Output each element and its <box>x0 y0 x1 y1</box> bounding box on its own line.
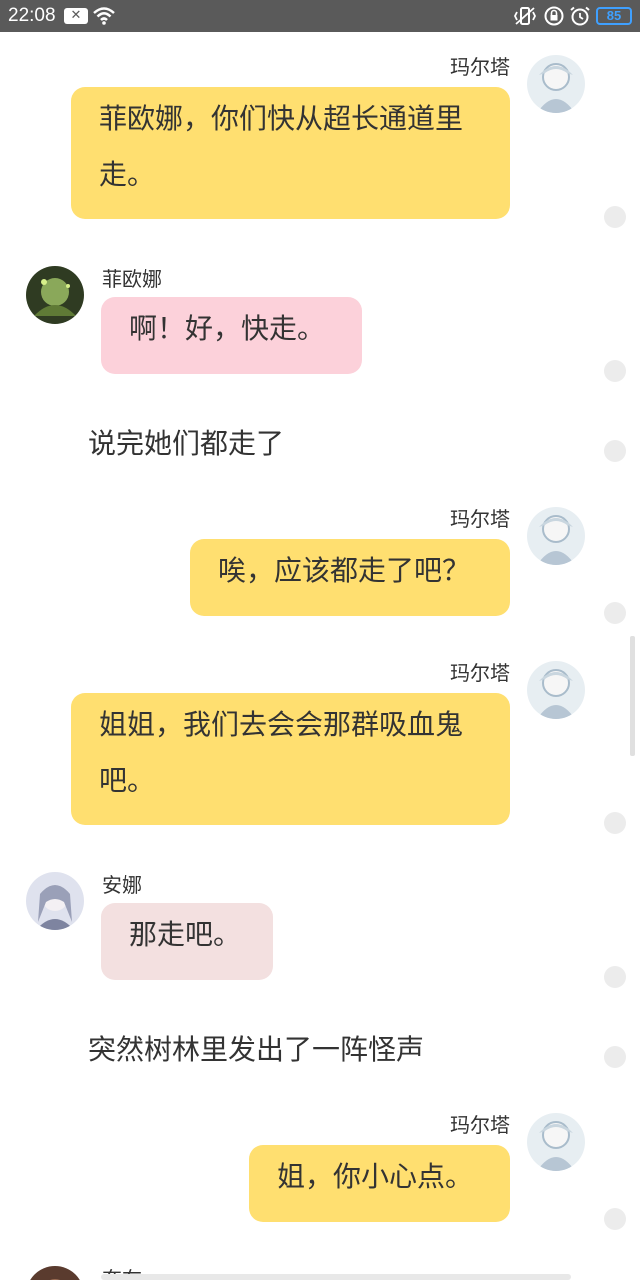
narration-row: 说完她们都走了 <box>0 420 640 470</box>
message-row: 玛尔塔 唉，应该都走了吧？ <box>0 500 640 630</box>
bubble-text-line: 吧。 <box>99 764 156 797</box>
status-bar: 22:08 ✕ 85 <box>0 0 640 32</box>
vibrate-icon <box>513 7 537 25</box>
message-status-dot[interactable] <box>604 206 626 228</box>
alarm-icon <box>570 6 590 26</box>
status-time: 22:08 <box>8 5 56 26</box>
close-box-icon: ✕ <box>64 8 88 24</box>
message-bubble[interactable]: 唉，应该都走了吧？ <box>190 539 510 616</box>
message-row: 安娜 那走吧。 <box>0 864 640 994</box>
message-bubble[interactable]: 姐姐，我们去会会那群吸血鬼 吧。 <box>71 693 510 825</box>
sender-name: 菲欧娜 <box>102 267 162 291</box>
message-status-dot[interactable] <box>604 812 626 834</box>
avatar-naib[interactable] <box>26 1266 84 1280</box>
avatar-marta[interactable] <box>527 1113 585 1171</box>
bubble-text-line: 菲欧娜，你们快从超长通道里 <box>99 102 464 135</box>
rotation-lock-icon <box>544 6 564 26</box>
bubble-text: 唉，应该都走了吧？ <box>218 554 471 587</box>
message-status-dot[interactable] <box>604 1046 626 1068</box>
sender-name: 玛尔塔 <box>450 55 510 79</box>
avatar-anna[interactable] <box>26 872 84 930</box>
avatar-marta[interactable] <box>527 55 585 113</box>
bubble-text-line: 走。 <box>99 158 156 191</box>
message-row: 奈布 <box>0 1258 640 1280</box>
narration-row: 突然树林里发出了一阵怪声 <box>0 1026 640 1076</box>
narration-text: 突然树林里发出了一阵怪声 <box>88 1033 425 1066</box>
bubble-text: 啊！好，快走。 <box>129 312 326 345</box>
message-bubble[interactable]: 啊！好，快走。 <box>101 297 362 374</box>
message-row: 玛尔塔 姐，你小心点。 <box>0 1106 640 1236</box>
bubble-text: 姐，你小心点。 <box>277 1160 474 1193</box>
bubble-text-line: 姐姐，我们去会会那群吸血鬼 <box>99 708 464 741</box>
bubble-text: 那走吧。 <box>129 918 242 951</box>
message-row: 玛尔塔 姐姐，我们去会会那群吸血鬼 吧。 <box>0 654 640 834</box>
avatar-fiona[interactable] <box>26 266 84 324</box>
sender-name: 玛尔塔 <box>450 507 510 531</box>
battery-icon: 85 <box>596 7 632 25</box>
sender-name: 玛尔塔 <box>450 661 510 685</box>
sender-name: 玛尔塔 <box>450 1113 510 1137</box>
message-row: 玛尔塔 菲欧娜，你们快从超长通道里 走。 <box>0 48 640 228</box>
message-bubble[interactable]: 菲欧娜，你们快从超长通道里 走。 <box>71 87 510 219</box>
message-status-dot[interactable] <box>604 440 626 462</box>
message-bubble[interactable]: 姐，你小心点。 <box>249 1145 510 1222</box>
message-bubble[interactable] <box>101 1274 571 1280</box>
message-status-dot[interactable] <box>604 360 626 382</box>
avatar-marta[interactable] <box>527 507 585 565</box>
sender-name: 安娜 <box>102 873 142 897</box>
message-status-dot[interactable] <box>604 602 626 624</box>
message-row: 菲欧娜 啊！好，快走。 <box>0 258 640 388</box>
scrollbar[interactable] <box>630 636 635 756</box>
wifi-icon <box>93 7 115 25</box>
narration-text: 说完她们都走了 <box>88 427 285 460</box>
message-status-dot[interactable] <box>604 1208 626 1230</box>
avatar-marta[interactable] <box>527 661 585 719</box>
message-status-dot[interactable] <box>604 966 626 988</box>
message-bubble[interactable]: 那走吧。 <box>101 903 273 980</box>
